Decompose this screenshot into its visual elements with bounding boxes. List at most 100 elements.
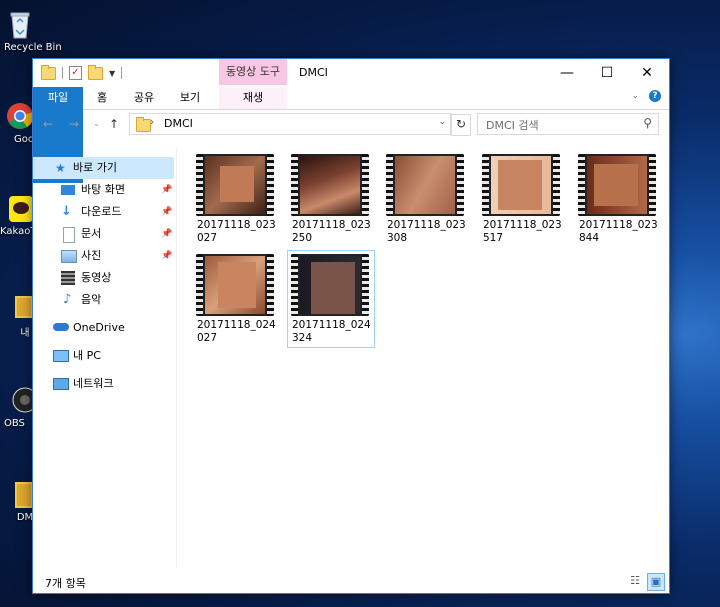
- tab-share[interactable]: 공유: [129, 87, 159, 109]
- computer-icon: [53, 350, 69, 362]
- download-icon: ↓: [61, 204, 72, 219]
- nav-item-desktop[interactable]: 바탕 화면 📌: [33, 179, 174, 201]
- nav-item-this-pc[interactable]: 내 PC: [33, 345, 174, 367]
- address-bar[interactable]: › DMCI ⌄: [129, 113, 451, 135]
- nav-label: 다운로드: [81, 205, 122, 218]
- tab-play[interactable]: 재생: [233, 87, 273, 109]
- video-thumbnail: [196, 254, 274, 316]
- up-button[interactable]: ↑: [109, 117, 119, 131]
- star-icon: ★: [55, 161, 66, 175]
- nav-label: 사진: [81, 249, 102, 262]
- folder-icon: [5, 290, 35, 322]
- item-count: 7개 항목: [45, 577, 86, 590]
- nav-label: 네트워크: [73, 377, 114, 390]
- file-item[interactable]: 20171118_023250: [288, 151, 374, 247]
- cloud-icon: [53, 323, 69, 331]
- large-icons-view-button[interactable]: ▣: [647, 573, 665, 591]
- pane-divider[interactable]: [176, 147, 177, 567]
- context-tab-video-tools: 동영상 도구: [219, 59, 287, 85]
- file-item[interactable]: 20171118_023517: [479, 151, 565, 247]
- file-name: 20171118_023250: [292, 219, 371, 244]
- forward-button[interactable]: →: [69, 117, 79, 131]
- pin-icon[interactable]: 📌: [161, 245, 172, 267]
- file-name: 20171118_023027: [197, 219, 276, 244]
- nav-item-videos[interactable]: 동영상: [33, 267, 174, 289]
- file-name: 20171118_024324: [292, 319, 371, 344]
- video-thumbnail: [578, 154, 656, 216]
- chevron-down-icon[interactable]: ⌄: [438, 117, 446, 127]
- minimize-button[interactable]: —: [545, 59, 589, 87]
- folder-icon: [136, 117, 151, 132]
- help-icon[interactable]: ?: [649, 90, 661, 102]
- search-icon: ⚲: [643, 116, 652, 130]
- nav-label: 음악: [81, 293, 102, 306]
- recycle-bin-icon: [5, 8, 35, 40]
- pictures-icon: [61, 250, 77, 263]
- video-thumbnail: [386, 154, 464, 216]
- nav-label: 문서: [81, 227, 102, 240]
- tab-home[interactable]: 홈: [89, 87, 115, 109]
- search-input[interactable]: DMCI 검색 ⚲: [477, 113, 659, 135]
- video-thumbnail: [196, 154, 274, 216]
- nav-item-downloads[interactable]: ↓ 다운로드 📌: [33, 201, 174, 223]
- file-item[interactable]: 20171118_023844: [575, 151, 661, 247]
- desktop-icon: [61, 185, 75, 195]
- back-button[interactable]: ←: [43, 117, 53, 131]
- nav-label: 바로 가기: [73, 161, 117, 174]
- tab-view[interactable]: 보기: [173, 87, 207, 109]
- nav-item-music[interactable]: ♪ 음악: [33, 289, 174, 311]
- file-item-selected[interactable]: 20171118_024324: [287, 250, 375, 348]
- desktop-icon-label: Recycle Bin: [4, 42, 62, 53]
- details-view-button[interactable]: ☷: [627, 573, 643, 589]
- new-folder-icon[interactable]: [88, 64, 103, 80]
- document-icon: [63, 227, 75, 243]
- video-thumbnail: [482, 154, 560, 216]
- pin-icon[interactable]: 📌: [161, 179, 172, 201]
- ribbon-tabs: 파일 홈 공유 보기 재생 ⌄ ?: [33, 87, 669, 183]
- pin-icon[interactable]: 📌: [161, 201, 172, 223]
- address-row: ← → ⌄ ↑ › DMCI ⌄ ↻ DMCI 검색 ⚲: [33, 110, 669, 138]
- video-thumbnail: [291, 254, 369, 316]
- quick-access-toolbar: ✓ ▼: [41, 64, 123, 81]
- title-bar: ✓ ▼ 동영상 도구 DMCI — ☐ ✕: [33, 59, 669, 87]
- nav-item-network[interactable]: 네트워크: [33, 373, 174, 395]
- file-item[interactable]: 20171118_023308: [383, 151, 469, 247]
- address-path: DMCI: [164, 117, 193, 130]
- folder-icon: [41, 64, 56, 80]
- close-button[interactable]: ✕: [625, 59, 669, 87]
- status-bar: 7개 항목 ☷ ▣: [33, 571, 669, 593]
- recent-locations-icon[interactable]: ⌄: [93, 119, 100, 128]
- kakaotalk-icon: [5, 192, 35, 224]
- properties-icon[interactable]: ✓: [69, 66, 82, 80]
- pin-icon[interactable]: 📌: [161, 223, 172, 245]
- nav-label: 내 PC: [73, 349, 101, 362]
- explorer-window: ✓ ▼ 동영상 도구 DMCI — ☐ ✕ 파일 홈 공유 보기 재생 ⌄ ? …: [32, 58, 670, 594]
- chrome-icon: [5, 100, 35, 132]
- customize-toolbar-icon[interactable]: ▼: [109, 69, 115, 78]
- window-title: DMCI: [299, 66, 328, 79]
- file-name: 20171118_024027: [197, 319, 276, 344]
- file-name: 20171118_023844: [579, 219, 658, 244]
- navigation-pane: ★ 바로 가기 바탕 화면 📌 ↓ 다운로드 📌 문서 📌 사진 📌 동영상 ♪…: [33, 147, 176, 567]
- refresh-button[interactable]: ↻: [451, 114, 471, 136]
- file-name: 20171118_023517: [483, 219, 562, 244]
- expand-ribbon-icon[interactable]: ⌄: [631, 91, 639, 101]
- file-item[interactable]: 20171118_024027: [193, 251, 279, 347]
- video-thumbnail: [291, 154, 369, 216]
- divider: [62, 67, 63, 79]
- folder-icon: [5, 478, 35, 510]
- desktop-icon-recycle-bin[interactable]: Recycle Bin: [0, 8, 62, 53]
- nav-item-pictures[interactable]: 사진 📌: [33, 245, 174, 267]
- nav-item-quick-access[interactable]: ★ 바로 가기: [33, 157, 174, 179]
- nav-item-documents[interactable]: 문서 📌: [33, 223, 174, 245]
- chevron-right-icon: ›: [150, 117, 154, 128]
- nav-label: OneDrive: [73, 321, 125, 334]
- file-item[interactable]: 20171118_023027: [193, 151, 279, 247]
- network-icon: [53, 378, 69, 390]
- divider: [121, 67, 123, 79]
- nav-item-onedrive[interactable]: OneDrive: [33, 317, 174, 339]
- maximize-button[interactable]: ☐: [585, 59, 629, 87]
- video-icon: [61, 271, 75, 285]
- file-name: 20171118_023308: [387, 219, 466, 244]
- search-placeholder: DMCI 검색: [486, 119, 539, 132]
